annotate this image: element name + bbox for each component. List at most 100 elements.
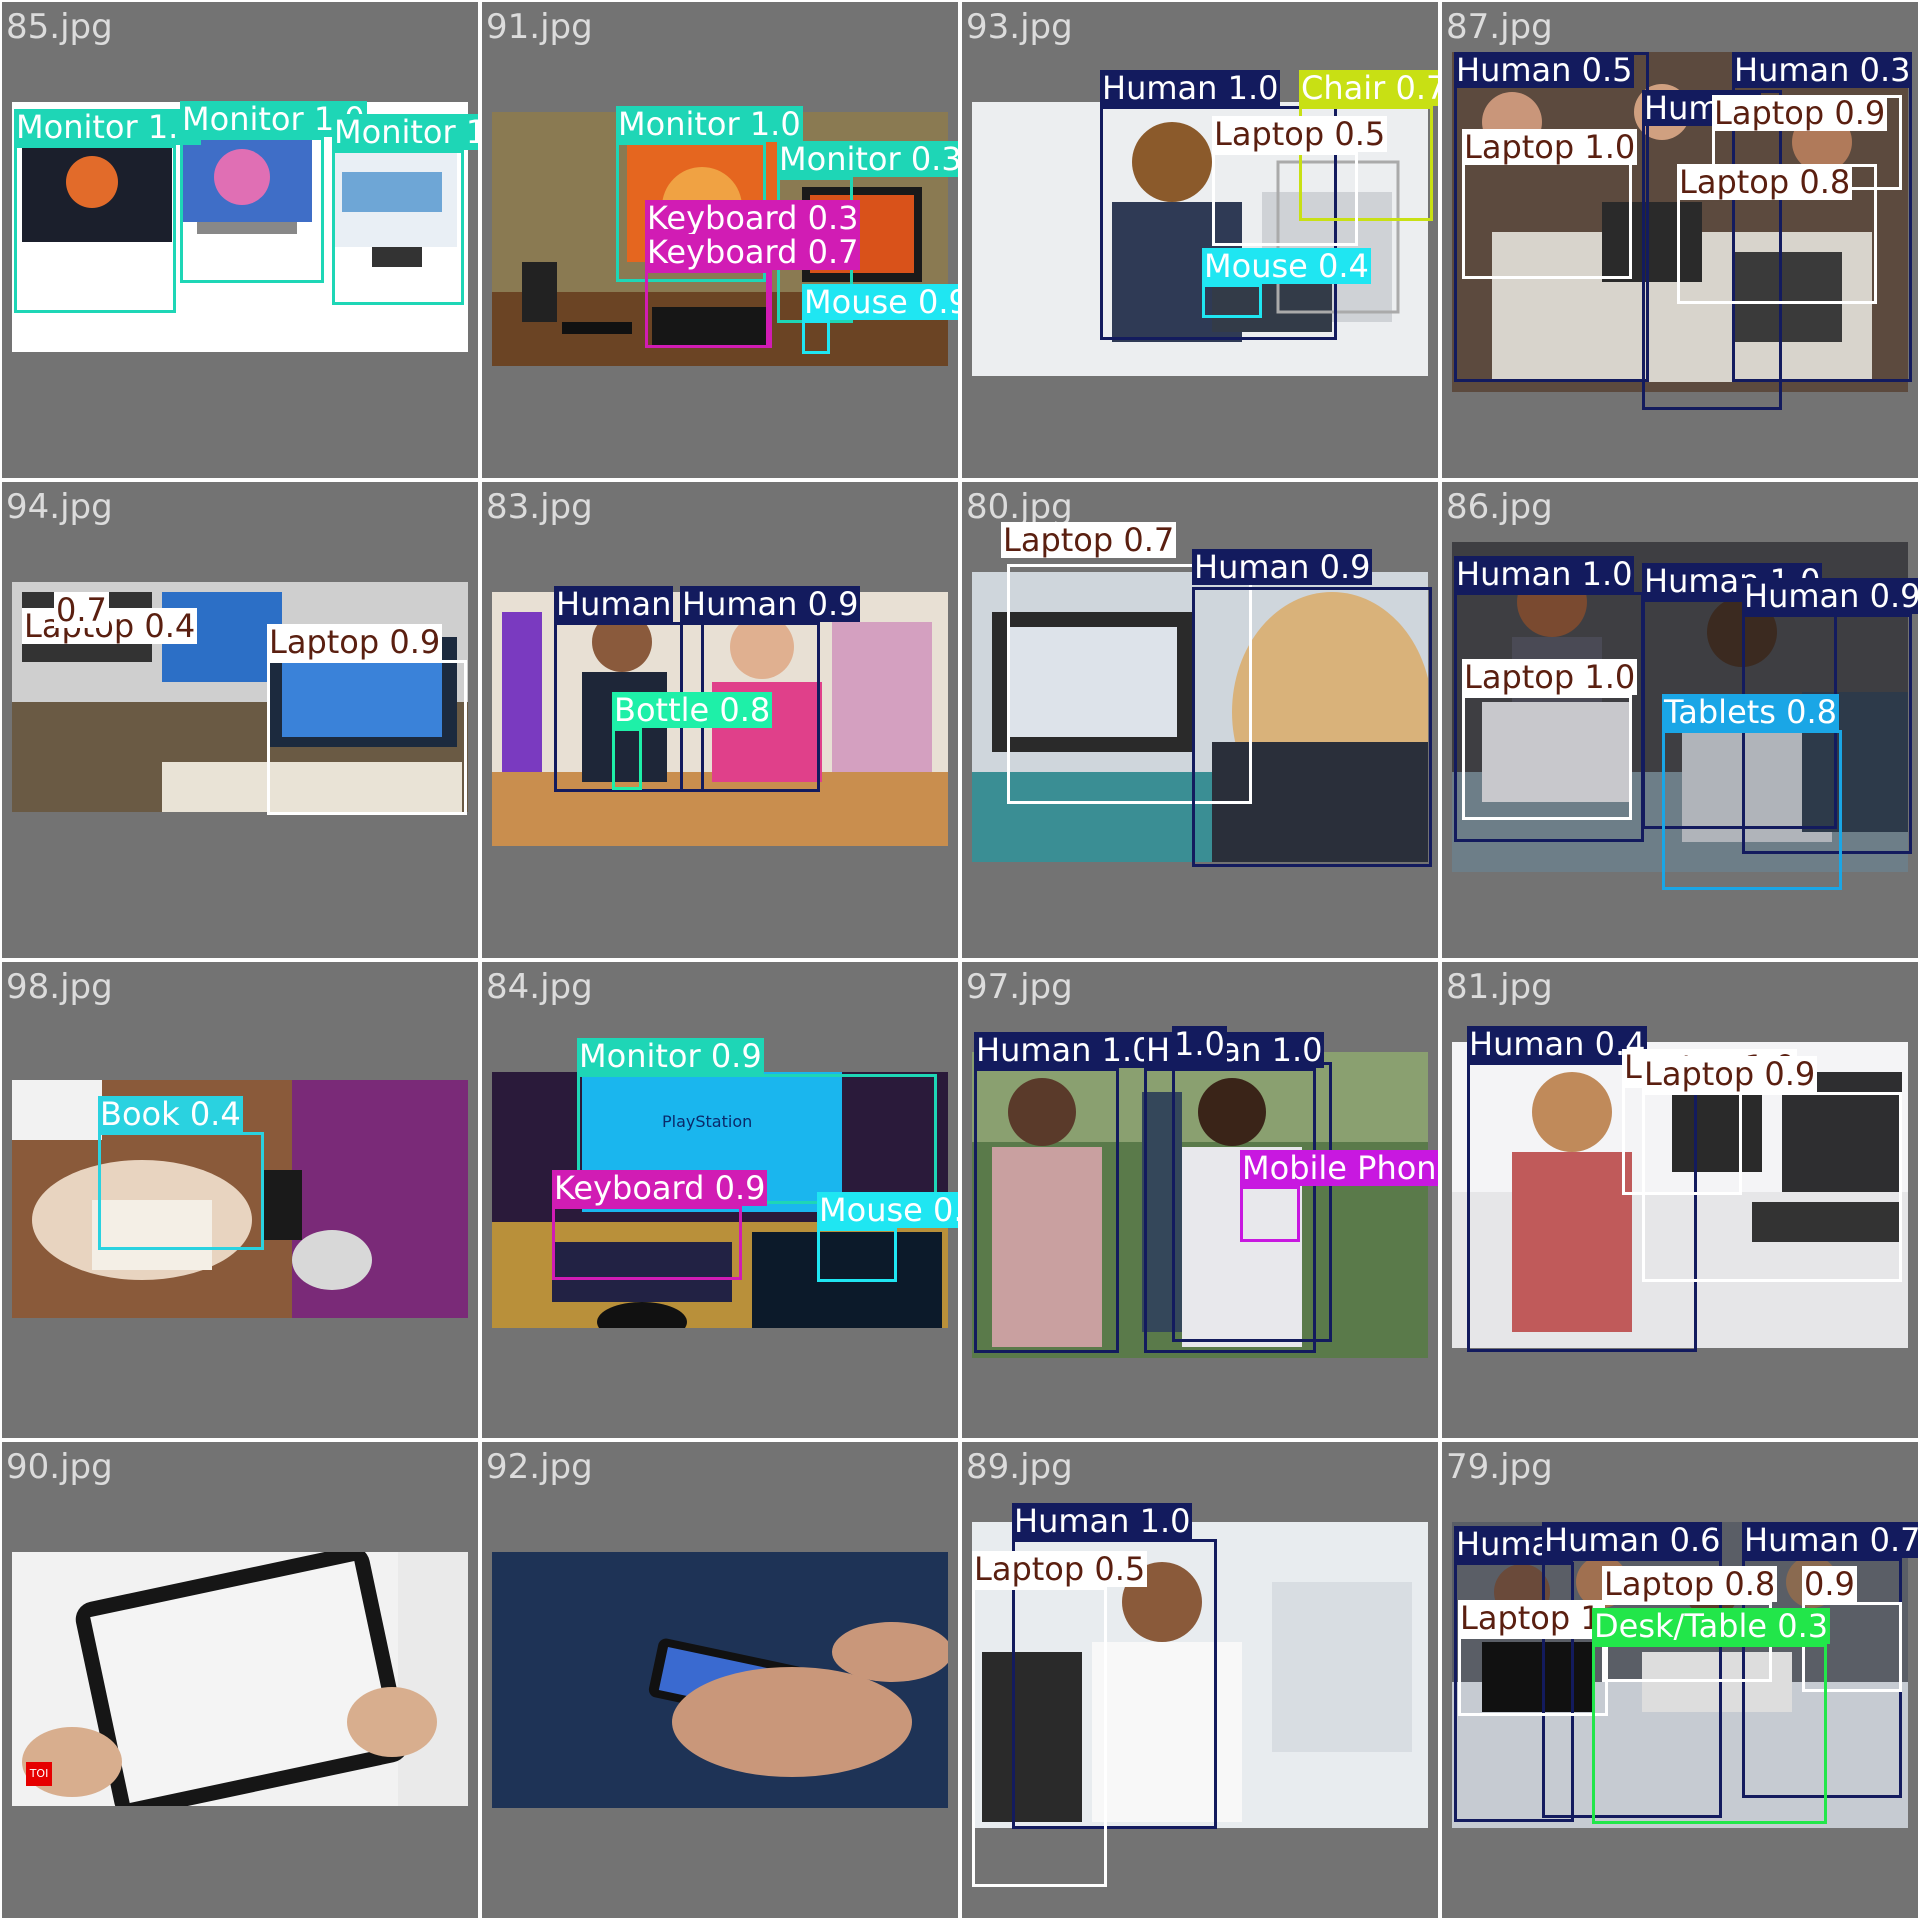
file-name: 97.jpg (966, 967, 1073, 1007)
logo-badge: TOI (26, 1762, 52, 1786)
detection-label: Laptop 0.5 (972, 1550, 1148, 1588)
grid-cell: 97.jpg Human 1.0Human 1.01.0Mobile Phone… (962, 962, 1438, 1438)
detection-label: Laptop 0.9 (267, 623, 443, 661)
detection-label: Keyboard 0.9 (552, 1169, 768, 1207)
detection-label: Monitor 1.0 (616, 105, 803, 143)
detection-label: 1.0 (1172, 1025, 1227, 1063)
detection-label: Human 0.4 (1467, 1025, 1648, 1063)
detection-box (1662, 730, 1842, 890)
detection-label: Human 1.0 (1012, 1502, 1193, 1540)
detection-label: Human 0.9 (1192, 548, 1373, 586)
detection-box (645, 270, 769, 348)
detection-label: Human 1.0 (1454, 555, 1635, 593)
detection-label: Keyboard 0.3 (645, 199, 861, 237)
detection-label: Human 0.9 (680, 585, 861, 623)
file-name: 98.jpg (6, 967, 113, 1007)
file-name: 91.jpg (486, 7, 593, 47)
detection-label: Monitor 0.3 (777, 141, 958, 177)
grid-cell: 80.jpg Laptop 0.7 Human 0.9 (962, 482, 1438, 958)
detection-label: Monitor 1.0 (332, 114, 478, 150)
grid-cell: 94.jpg Laptop 0.4 0.7 Laptop 0.9 (2, 482, 478, 958)
detection-label: Human 0.3 (1732, 51, 1913, 89)
detection-box (267, 660, 467, 815)
detection-label: Laptop 1.0 (1462, 658, 1638, 696)
grid-cell: 83.jpg Human Human 0.9 Bottle 0.8 (482, 482, 958, 958)
detection-box (14, 145, 176, 313)
detection-box (1240, 1186, 1300, 1242)
file-name: 86.jpg (1446, 487, 1553, 527)
file-name: 87.jpg (1446, 7, 1553, 47)
detection-box (972, 1587, 1107, 1887)
grid-cell: 91.jpg Monitor 1.0 Monitor 0.3 Keyboard 0.… (482, 2, 958, 478)
grid-cell: 90.jpg TOI (2, 1442, 478, 1918)
file-name: 85.jpg (6, 7, 113, 47)
detection-label: Laptop 0.4 (22, 607, 198, 645)
file-name: 81.jpg (1446, 967, 1553, 1007)
detection-label: Monitor 1.0 (14, 108, 201, 146)
detection-label: Human (554, 585, 674, 623)
detection-label: Laptop 0.5 (1212, 115, 1388, 153)
file-name: 94.jpg (6, 487, 113, 527)
detection-label: Human 0.5 (1454, 51, 1635, 89)
detection-box (1592, 1644, 1827, 1824)
detection-label: Monitor 0.9 (577, 1037, 764, 1075)
grid-cell: 92.jpg (482, 1442, 958, 1918)
grid-cell: 81.jpg Human 0.4Laptop 1.0Laptop 0.9 (1442, 962, 1918, 1438)
detection-label: Laptop 0.7 (1001, 521, 1177, 559)
detection-label: Mouse 0.9 (802, 284, 958, 320)
detection-box (612, 728, 642, 790)
detection-label: Laptop 0.8 (1602, 1565, 1778, 1603)
detection-label: Human 0.9 (1742, 578, 1918, 614)
file-name: 79.jpg (1446, 1447, 1553, 1487)
detection-label: Tablets 0.8 (1662, 693, 1840, 731)
detection-box (552, 1206, 742, 1280)
detection-box (180, 137, 324, 283)
detection-grid: 85.jpg Monitor 1.0 Monitor 1.0 Monitor 1.0… (0, 0, 1920, 1920)
detection-box (1642, 1092, 1902, 1282)
detection-box (1462, 695, 1632, 820)
detection-box (974, 1068, 1119, 1353)
grid-cell: 89.jpg Human 1.0 Laptop 0.5 (962, 1442, 1438, 1918)
detection-label: Laptop 1.0 (1462, 128, 1638, 166)
detection-box (1212, 152, 1358, 246)
file-name: 89.jpg (966, 1447, 1073, 1487)
detection-label: Laptop 1 (1458, 1599, 1603, 1637)
detection-label: Desk/Table 0.3 (1592, 1607, 1831, 1645)
detection-label: Human 0.6 (1542, 1521, 1723, 1559)
detection-box (332, 150, 464, 305)
detection-label: Human 1.0 (1100, 69, 1281, 107)
photo (492, 1552, 948, 1808)
detection-label: Mobile Phones 0.4 (1240, 1150, 1438, 1186)
grid-cell: 93.jpg Human 1.0 Chair 0.7 Laptop 0.5 Mouse… (962, 2, 1438, 478)
detection-label: Human 1.0 (974, 1031, 1155, 1069)
detection-label: Human 0.7 (1742, 1522, 1918, 1558)
file-name: 84.jpg (486, 967, 593, 1007)
grid-cell: 86.jpg Human 1.0 Human 1.0 Human 0.9 Laptop… (1442, 482, 1918, 958)
detection-box (802, 320, 830, 354)
detection-label: Keyboard 0.7 (645, 233, 861, 271)
detection-box (98, 1132, 264, 1250)
file-name: 92.jpg (486, 1447, 593, 1487)
file-name: 93.jpg (966, 7, 1073, 47)
grid-cell: 98.jpg Book 0.4 (2, 962, 478, 1438)
detection-label: Chair 0.7 (1299, 70, 1438, 106)
file-name: 83.jpg (486, 487, 593, 527)
grid-cell: 79.jpg Human Human 0.6 Human 0.7 Laptop 0.8… (1442, 1442, 1918, 1918)
grid-cell: 84.jpg PlayStation Monitor 0.9 Keyboard 0.… (482, 962, 958, 1438)
detection-label: Mouse 0.4 (1202, 247, 1371, 285)
grid-cell: 87.jpg Human 0.5 Human Human 0.3 Laptop 0.9… (1442, 2, 1918, 478)
detection-box (817, 1228, 897, 1282)
detection-label: Laptop 0.9 (1712, 94, 1888, 132)
detection-label: 0.9 (1802, 1565, 1857, 1603)
detection-box (1202, 284, 1262, 318)
detection-box (1458, 1636, 1608, 1716)
detection-label: Bottle 0.8 (612, 691, 773, 729)
detection-label: Laptop 0.8 (1677, 163, 1853, 201)
file-name: 90.jpg (6, 1447, 113, 1487)
detection-label: 0.7 (54, 591, 109, 629)
photo (12, 1552, 468, 1806)
detection-label: Laptop 0.9 (1642, 1055, 1818, 1093)
grid-cell: 85.jpg Monitor 1.0Monitor 1.0Monitor 1.0 (2, 2, 478, 478)
detection-label: Book 0.4 (98, 1095, 243, 1133)
detection-box (1192, 587, 1432, 867)
